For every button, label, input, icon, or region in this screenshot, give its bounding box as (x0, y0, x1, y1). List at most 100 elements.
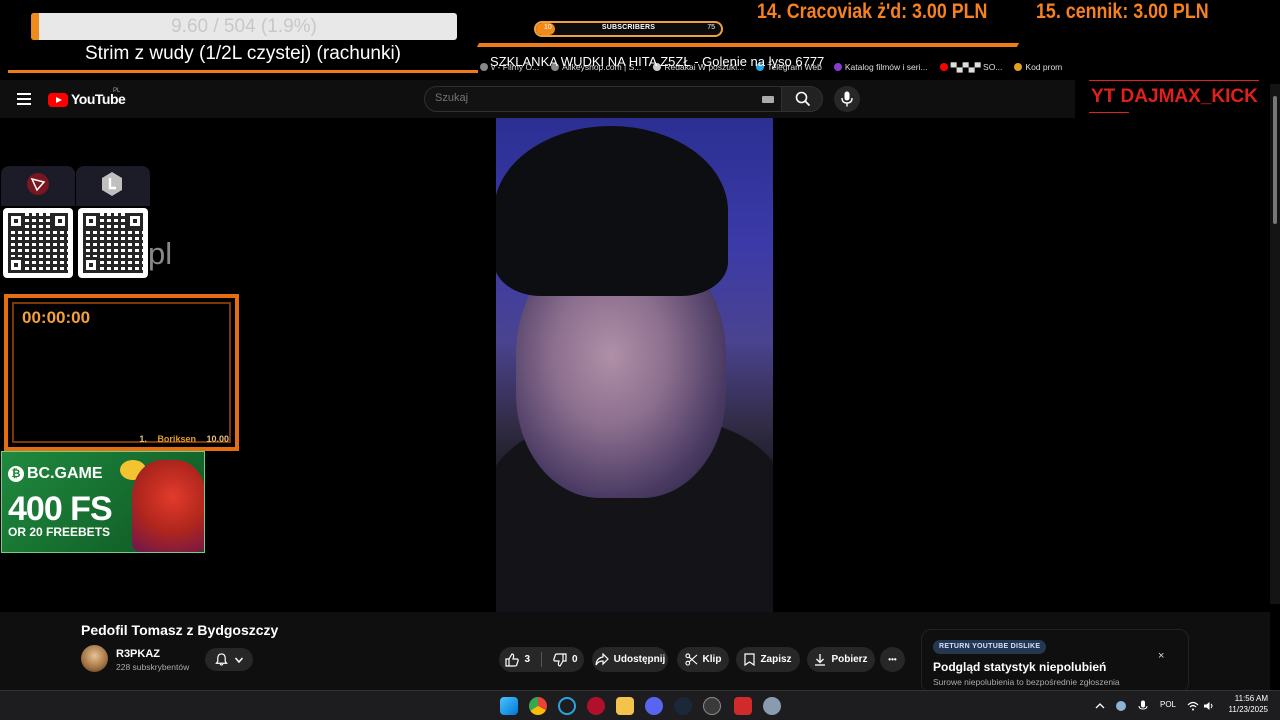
clock-time[interactable]: 11:56 AM (1234, 694, 1268, 703)
like-button[interactable]: 3 (505, 652, 530, 667)
input-language[interactable]: POL (1160, 700, 1176, 709)
microphone-tray-icon[interactable] (1138, 700, 1148, 712)
chevron-up-icon[interactable] (1095, 702, 1105, 710)
kick-line-bottom (1089, 112, 1129, 113)
dislike-button[interactable]: 0 (553, 652, 578, 667)
page-scrollbar[interactable] (1270, 84, 1280, 604)
youtube-country-code: PL (113, 88, 121, 94)
thumbs-up-icon (505, 652, 520, 667)
bcgame-ad: ₿ BC.GAME 400 FS OR 20 FREEBETS (1, 451, 205, 553)
like-separator (541, 652, 542, 667)
discord-icon[interactable] (645, 697, 663, 715)
donation-ticker-15: 15. cennik: 3.00 PLN (1036, 0, 1209, 23)
bookmark-item[interactable]: Kod prom (1014, 60, 1062, 74)
save-label: Zapisz (760, 654, 792, 665)
bookmark-favicon-icon (480, 63, 488, 71)
kick-channel-label: YT DAJMAX_KICK (1091, 86, 1258, 107)
bookmark-item[interactable]: ▀▄▀▄▀ SO... (939, 60, 1003, 74)
kick-line-top (1089, 80, 1259, 81)
keyboard-icon[interactable] (762, 96, 774, 103)
partial-url-text: pl (148, 236, 173, 271)
youtube-logo-icon[interactable] (48, 93, 68, 107)
dislike-count: 0 (572, 654, 578, 665)
overlay-divider (8, 70, 478, 73)
obs-icon[interactable] (703, 697, 721, 715)
ad-sub-offer: OR 20 FREEBETS (8, 525, 111, 539)
return-dislike-subtitle: Surowe niepolubienia to bezpośrednie zgł… (933, 677, 1120, 687)
subscribers-goal-bar: 10 SUBSCRIBERS 75 (534, 21, 723, 37)
stream-timer: 00:00:00 (22, 308, 91, 327)
search-box[interactable] (424, 86, 785, 112)
video-title: Pedofil Tomasz z Bydgoszczy (81, 622, 279, 638)
save-button[interactable]: Zapisz (736, 647, 800, 672)
chevron-down-icon (234, 657, 243, 663)
search-icon (795, 91, 811, 107)
top-donor: 1. Boriksen 10.00 (139, 434, 229, 444)
kick-label-box: YT DAJMAX_KICK (1077, 62, 1272, 118)
tts-message: SZKLANKA WUDKI NA HITA Z5ZŁ - Golenie na… (490, 54, 825, 69)
chrome-icon[interactable] (529, 697, 547, 715)
more-actions-button[interactable]: ••• (880, 647, 905, 672)
steam-icon[interactable] (674, 697, 692, 715)
litecoin-icon (102, 172, 122, 196)
settings-icon[interactable] (763, 697, 781, 715)
scissors-icon (684, 653, 697, 666)
share-icon (595, 653, 609, 666)
bookmark-item[interactable]: Katalog filmów i seri... (833, 60, 928, 74)
volume-icon[interactable] (1203, 701, 1215, 711)
bcgame-logo-text: BC.GAME (27, 465, 103, 482)
windows-taskbar (0, 690, 1280, 720)
return-dislike-panel: RETURN YOUTUBE DISLIKE Podgląd statystyk… (921, 629, 1189, 693)
notifications-button[interactable] (205, 648, 253, 671)
bookmark-favicon-icon (939, 63, 948, 71)
file-explorer-icon[interactable] (616, 697, 634, 715)
litecoin-tab (76, 166, 150, 206)
voice-search-button[interactable] (834, 86, 860, 112)
app-red-icon[interactable] (587, 697, 605, 715)
subscribers-max: 75 (707, 24, 715, 31)
channel-subscribers: 228 subskrybentów (116, 662, 190, 672)
ccleaner-icon[interactable] (558, 697, 576, 715)
channel-avatar[interactable] (81, 645, 108, 672)
return-dislike-title: Podgląd statystyk niepolubień (933, 660, 1107, 674)
close-icon[interactable]: × (1158, 650, 1164, 662)
bookmark-favicon-icon (833, 63, 842, 71)
channel-name[interactable]: R3PKAZ (116, 648, 160, 660)
clip-button[interactable]: Klip (677, 647, 729, 672)
microphone-icon (841, 91, 853, 107)
search-button[interactable] (781, 86, 823, 112)
bcgame-logo: ₿ BC.GAME (8, 465, 103, 483)
steam-tray-icon[interactable] (1115, 700, 1127, 712)
bcgame-logo-icon: ₿ (8, 466, 24, 482)
scrollbar-thumb[interactable] (1273, 96, 1277, 224)
tron-tab (1, 166, 75, 206)
bell-icon (214, 653, 228, 666)
more-icon: ••• (888, 655, 897, 664)
stream-title: Strim z wudy (1/2L czystej) (rachunki) (8, 40, 478, 72)
bookmark-label: ▀▄▀▄▀ SO... (950, 62, 1003, 72)
clip-label: Klip (702, 654, 722, 665)
top-donor-rank: 1. (139, 434, 147, 444)
bookmark-label: Kod prom (1025, 62, 1063, 72)
download-label: Pobierz (831, 654, 868, 665)
menu-icon[interactable] (17, 93, 31, 105)
like-count: 3 (524, 654, 530, 665)
tron-icon (27, 173, 49, 195)
bookmark-favicon-icon (1014, 63, 1023, 71)
webcam-frame: 00:00:00 1. Boriksen 10.00 (4, 294, 239, 451)
wifi-icon[interactable] (1187, 701, 1199, 711)
share-label: Udostępnij (613, 654, 666, 665)
overlay-accent-bar (476, 43, 1020, 47)
share-button[interactable]: Udostępnij (592, 647, 668, 672)
donation-ticker-14: 14. Cracoviak ż'd: 3.00 PLN (757, 0, 988, 23)
litecoin-qr-code (78, 208, 148, 278)
search-input[interactable] (435, 92, 735, 104)
video-player[interactable] (496, 118, 773, 612)
subscribers-label: SUBSCRIBERS (601, 24, 656, 31)
download-button[interactable]: Pobierz (807, 647, 875, 672)
donation-goal-bar: 9.60 / 504 (1.9%) (31, 13, 457, 40)
start-icon[interactable] (500, 697, 518, 715)
voicemeeter-icon[interactable] (734, 697, 752, 715)
clock-date[interactable]: 11/23/2025 (1226, 705, 1268, 714)
tron-qr-code (3, 208, 73, 278)
